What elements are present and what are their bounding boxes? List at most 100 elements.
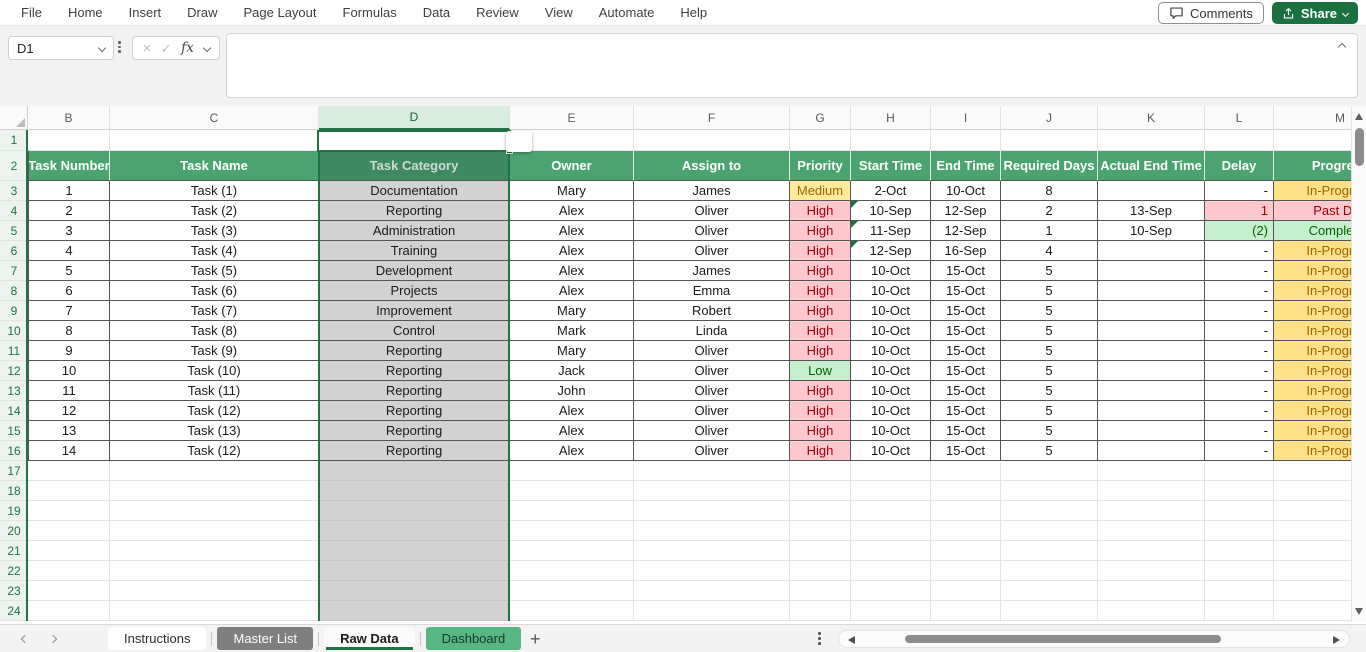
cell-K4[interactable]: 13-Sep (1098, 201, 1205, 221)
cell-D20[interactable] (319, 521, 510, 541)
cell-J6[interactable]: 4 (1001, 241, 1098, 261)
cell-E15[interactable]: Alex (510, 421, 634, 441)
menu-draw[interactable]: Draw (174, 0, 230, 26)
cell-M19[interactable] (1274, 501, 1351, 521)
cell-D9[interactable]: Improvement (319, 301, 510, 321)
horizontal-scroll-thumb[interactable] (905, 635, 1221, 643)
cell-F15[interactable]: Oliver (634, 421, 790, 441)
cell-M23[interactable] (1274, 581, 1351, 601)
cell-M17[interactable] (1274, 461, 1351, 481)
cell-I13[interactable]: 15-Oct (931, 381, 1001, 401)
cell-B9[interactable]: 7 (28, 301, 110, 321)
cell-L5[interactable]: (2) (1205, 221, 1274, 241)
cell-D11[interactable]: Reporting (319, 341, 510, 361)
name-box[interactable]: D1 (8, 36, 114, 60)
cell-H17[interactable] (851, 461, 931, 481)
cell-G20[interactable] (790, 521, 851, 541)
cell-E19[interactable] (510, 501, 634, 521)
cell-F7[interactable]: James (634, 261, 790, 281)
cell-D3[interactable]: Documentation (319, 181, 510, 201)
cell-I4[interactable]: 12-Sep (931, 201, 1001, 221)
column-header-K[interactable]: K (1098, 106, 1205, 130)
cell-J15[interactable]: 5 (1001, 421, 1098, 441)
row-header-17[interactable]: 17 (0, 461, 28, 481)
cell-B21[interactable] (28, 541, 110, 561)
row-header-11[interactable]: 11 (0, 341, 28, 361)
cell-F24[interactable] (634, 601, 790, 621)
cell-J11[interactable]: 5 (1001, 341, 1098, 361)
cell-D22[interactable] (319, 561, 510, 581)
cell-C2[interactable]: Task Name (110, 151, 319, 181)
cell-C17[interactable] (110, 461, 319, 481)
cell-B15[interactable]: 13 (28, 421, 110, 441)
cell-I22[interactable] (931, 561, 1001, 581)
cell-J2[interactable]: Required Days (1001, 151, 1098, 181)
cell-E4[interactable]: Alex (510, 201, 634, 221)
menu-home[interactable]: Home (55, 0, 116, 26)
cell-L24[interactable] (1205, 601, 1274, 621)
cell-B10[interactable]: 8 (28, 321, 110, 341)
cell-I11[interactable]: 15-Oct (931, 341, 1001, 361)
cell-G9[interactable]: High (790, 301, 851, 321)
cell-L13[interactable]: - (1205, 381, 1274, 401)
cell-C5[interactable]: Task (3) (110, 221, 319, 241)
cell-H23[interactable] (851, 581, 931, 601)
cell-E12[interactable]: Jack (510, 361, 634, 381)
cell-G11[interactable]: High (790, 341, 851, 361)
cell-L7[interactable]: - (1205, 261, 1274, 281)
cell-J7[interactable]: 5 (1001, 261, 1098, 281)
cell-B6[interactable]: 4 (28, 241, 110, 261)
cell-F3[interactable]: James (634, 181, 790, 201)
cell-C9[interactable]: Task (7) (110, 301, 319, 321)
cell-C15[interactable]: Task (13) (110, 421, 319, 441)
cell-K1[interactable] (1098, 130, 1205, 151)
cell-J22[interactable] (1001, 561, 1098, 581)
cell-G3[interactable]: Medium (790, 181, 851, 201)
menu-formulas[interactable]: Formulas (330, 0, 410, 26)
cell-E11[interactable]: Mary (510, 341, 634, 361)
cell-I16[interactable]: 15-Oct (931, 441, 1001, 461)
cell-K11[interactable] (1098, 341, 1205, 361)
cell-D14[interactable]: Reporting (319, 401, 510, 421)
cell-J10[interactable]: 5 (1001, 321, 1098, 341)
cell-J14[interactable]: 5 (1001, 401, 1098, 421)
cell-F18[interactable] (634, 481, 790, 501)
cell-M22[interactable] (1274, 561, 1351, 581)
cell-G21[interactable] (790, 541, 851, 561)
cell-H7[interactable]: 10-Oct (851, 261, 931, 281)
cell-C18[interactable] (110, 481, 319, 501)
cell-I14[interactable]: 15-Oct (931, 401, 1001, 421)
cell-M15[interactable]: In-Progress (1274, 421, 1351, 441)
cell-E21[interactable] (510, 541, 634, 561)
cell-D24[interactable] (319, 601, 510, 621)
cell-B20[interactable] (28, 521, 110, 541)
cell-F19[interactable] (634, 501, 790, 521)
sheet-tab-dashboard[interactable]: Dashboard (425, 627, 522, 650)
cell-I15[interactable]: 15-Oct (931, 421, 1001, 441)
cell-D4[interactable]: Reporting (319, 201, 510, 221)
select-all-corner[interactable] (0, 106, 28, 130)
cell-L19[interactable] (1205, 501, 1274, 521)
cell-K3[interactable] (1098, 181, 1205, 201)
cell-F17[interactable] (634, 461, 790, 481)
cell-H18[interactable] (851, 481, 931, 501)
cell-L6[interactable]: - (1205, 241, 1274, 261)
cell-E13[interactable]: John (510, 381, 634, 401)
cell-M5[interactable]: Completed (1274, 221, 1351, 241)
cell-D6[interactable]: Training (319, 241, 510, 261)
scroll-down-icon[interactable] (1355, 608, 1363, 615)
cell-E18[interactable] (510, 481, 634, 501)
row-header-20[interactable]: 20 (0, 521, 28, 541)
row-header-13[interactable]: 13 (0, 381, 28, 401)
cell-J19[interactable] (1001, 501, 1098, 521)
cell-M21[interactable] (1274, 541, 1351, 561)
row-header-23[interactable]: 23 (0, 581, 28, 601)
cell-C19[interactable] (110, 501, 319, 521)
menu-help[interactable]: Help (667, 0, 720, 26)
hscroll-left-icon[interactable] (848, 635, 855, 644)
cell-F12[interactable]: Oliver (634, 361, 790, 381)
sheet-tab-instructions[interactable]: Instructions (108, 627, 207, 650)
menu-review[interactable]: Review (463, 0, 532, 26)
cell-C20[interactable] (110, 521, 319, 541)
cell-M9[interactable]: In-Progress (1274, 301, 1351, 321)
